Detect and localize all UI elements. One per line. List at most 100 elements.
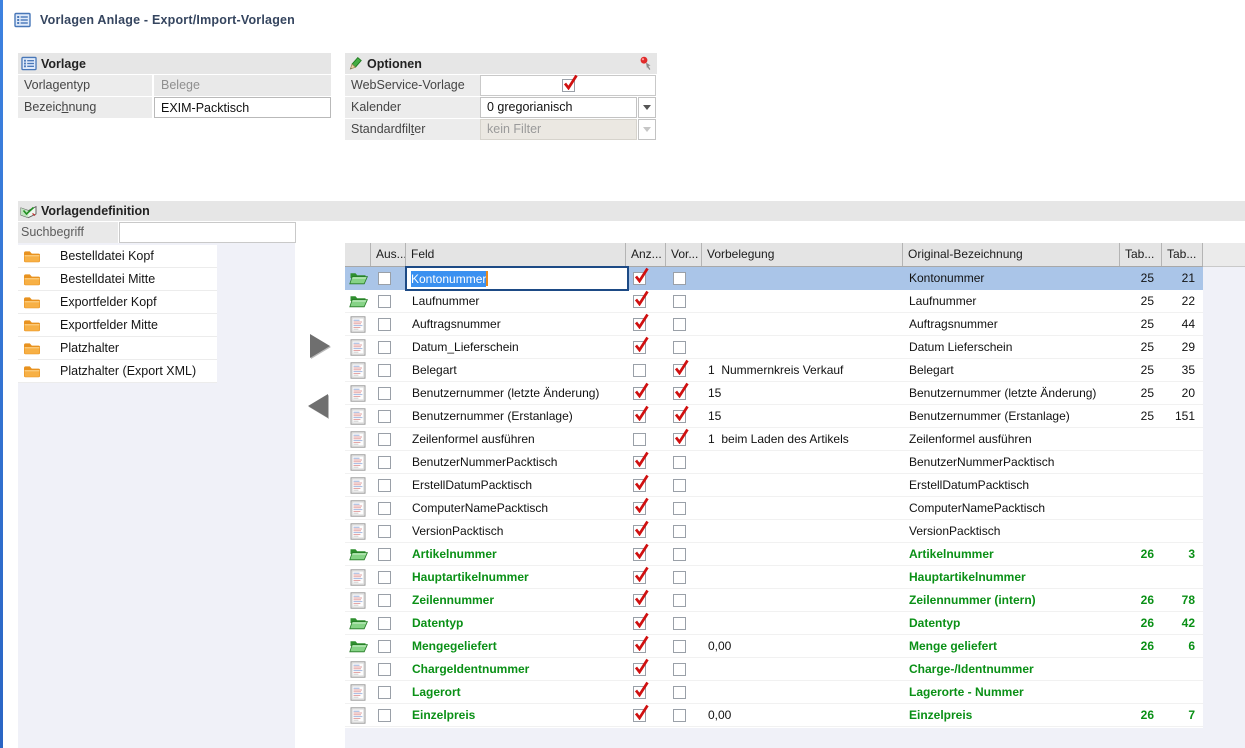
feld-cell[interactable]: ErstellDatumPacktisch <box>406 474 626 496</box>
vor-checkbox[interactable] <box>673 502 686 515</box>
aus-checkbox[interactable] <box>378 617 391 630</box>
aus-checkbox[interactable] <box>378 709 391 722</box>
column-header-vorbelegung[interactable]: Vorbelegung <box>702 243 903 266</box>
feld-cell[interactable]: Datum_Lieferschein <box>406 336 626 358</box>
field-row[interactable]: Kontonummer Kontonummer2521 <box>345 267 1203 290</box>
vor-checkbox[interactable] <box>673 410 686 423</box>
feld-cell[interactable]: Benutzernummer (Erstanlage) <box>406 405 626 427</box>
vor-checkbox[interactable] <box>673 571 686 584</box>
aus-checkbox[interactable] <box>378 410 391 423</box>
vor-checkbox[interactable] <box>673 548 686 561</box>
aus-checkbox[interactable] <box>378 502 391 515</box>
feld-cell[interactable]: Datentyp <box>406 612 626 634</box>
pin-icon[interactable] <box>639 56 652 71</box>
aus-checkbox[interactable] <box>378 364 391 377</box>
vor-checkbox[interactable] <box>673 709 686 722</box>
vor-checkbox[interactable] <box>673 272 686 285</box>
feld-cell[interactable]: Mengegeliefert <box>406 635 626 657</box>
bezeichnung-input[interactable] <box>154 97 331 118</box>
field-row[interactable]: ErstellDatumPacktisch ErstellDatumPackti… <box>345 474 1203 497</box>
vor-checkbox[interactable] <box>673 364 686 377</box>
aus-checkbox[interactable] <box>378 479 391 492</box>
aus-checkbox[interactable] <box>378 318 391 331</box>
aus-checkbox[interactable] <box>378 525 391 538</box>
suchbegriff-input[interactable] <box>119 222 296 243</box>
feld-cell[interactable]: ChargeIdentnummer <box>406 658 626 680</box>
field-row[interactable]: Hauptartikelnummer Hauptartikelnummer <box>345 566 1203 589</box>
anz-checkbox[interactable] <box>633 387 646 400</box>
vor-checkbox[interactable] <box>673 433 686 446</box>
feld-cell[interactable]: BenutzerNummerPacktisch <box>406 451 626 473</box>
tree-item[interactable]: Exportfelder Mitte <box>18 314 217 337</box>
tree-item[interactable]: Exportfelder Kopf <box>18 291 217 314</box>
field-row[interactable]: BenutzerNummerPacktisch BenutzerNummerPa… <box>345 451 1203 474</box>
anz-checkbox[interactable] <box>633 318 646 331</box>
vor-checkbox[interactable] <box>673 479 686 492</box>
vor-checkbox[interactable] <box>673 686 686 699</box>
anz-checkbox[interactable] <box>633 594 646 607</box>
column-header-anz[interactable]: Anz... <box>626 243 666 266</box>
vor-checkbox[interactable] <box>673 663 686 676</box>
anz-checkbox[interactable] <box>633 410 646 423</box>
feld-cell[interactable]: Laufnummer <box>406 290 626 312</box>
field-row[interactable]: Einzelpreis 0,00Einzelpreis267 <box>345 704 1203 727</box>
column-header-icon[interactable] <box>345 243 371 266</box>
move-left-button[interactable] <box>308 394 328 418</box>
column-header-feld[interactable]: Feld <box>406 243 626 266</box>
feld-cell[interactable]: Belegart <box>406 359 626 381</box>
move-right-button[interactable] <box>310 334 330 358</box>
anz-checkbox[interactable] <box>633 479 646 492</box>
aus-checkbox[interactable] <box>378 433 391 446</box>
column-header-tab[interactable]: Tab... <box>1120 243 1162 266</box>
anz-checkbox[interactable] <box>633 617 646 630</box>
field-row[interactable]: Artikelnummer Artikelnummer263 <box>345 543 1203 566</box>
field-row[interactable]: ChargeIdentnummer Charge-/Identnummer <box>345 658 1203 681</box>
anz-checkbox[interactable] <box>633 686 646 699</box>
feld-cell[interactable]: Kontonummer <box>406 267 626 289</box>
anz-checkbox[interactable] <box>633 341 646 354</box>
field-row[interactable]: Benutzernummer (letzte Änderung) 15Benut… <box>345 382 1203 405</box>
tree-item[interactable]: Platzhalter <box>18 337 217 360</box>
field-row[interactable]: Zeilennummer Zeilennummer (intern)2678 <box>345 589 1203 612</box>
field-row[interactable]: Benutzernummer (Erstanlage) 15Benutzernu… <box>345 405 1203 428</box>
feld-cell[interactable]: ComputerNamePacktisch <box>406 497 626 519</box>
vor-checkbox[interactable] <box>673 341 686 354</box>
vor-checkbox[interactable] <box>673 640 686 653</box>
anz-checkbox[interactable] <box>633 272 646 285</box>
feld-cell[interactable]: Artikelnummer <box>406 543 626 565</box>
kalender-dropdown-button[interactable] <box>638 97 656 118</box>
feld-cell[interactable]: VersionPacktisch <box>406 520 626 542</box>
feld-cell[interactable]: Lagerort <box>406 681 626 703</box>
webservice-checkbox[interactable] <box>562 79 575 92</box>
feld-cell[interactable]: Benutzernummer (letzte Änderung) <box>406 382 626 404</box>
field-row[interactable]: Belegart 1 Nummernkreis VerkaufBelegart2… <box>345 359 1203 382</box>
tree-item[interactable]: Bestelldatei Mitte <box>18 268 217 291</box>
field-row[interactable]: ComputerNamePacktisch ComputerNamePackti… <box>345 497 1203 520</box>
aus-checkbox[interactable] <box>378 571 391 584</box>
field-row[interactable]: Laufnummer Laufnummer2522 <box>345 290 1203 313</box>
aus-checkbox[interactable] <box>378 663 391 676</box>
column-header-tab[interactable]: Tab... <box>1162 243 1203 266</box>
anz-checkbox[interactable] <box>633 502 646 515</box>
vor-checkbox[interactable] <box>673 387 686 400</box>
vor-checkbox[interactable] <box>673 456 686 469</box>
vor-checkbox[interactable] <box>673 295 686 308</box>
field-row[interactable]: Zeilenformel ausführen 1 beim Laden des … <box>345 428 1203 451</box>
kalender-combobox[interactable]: 0 gregorianisch <box>480 97 637 118</box>
aus-checkbox[interactable] <box>378 686 391 699</box>
anz-checkbox[interactable] <box>633 640 646 653</box>
tree-item[interactable]: Platzhalter (Export XML) <box>18 360 217 383</box>
field-row[interactable]: Datentyp Datentyp2642 <box>345 612 1203 635</box>
anz-checkbox[interactable] <box>633 295 646 308</box>
field-row[interactable]: Datum_Lieferschein Datum Lieferschein252… <box>345 336 1203 359</box>
inline-edit-box[interactable]: Kontonummer <box>405 266 629 291</box>
feld-cell[interactable]: Auftragsnummer <box>406 313 626 335</box>
column-header-originalbezeichnung[interactable]: Original-Bezeichnung <box>903 243 1120 266</box>
aus-checkbox[interactable] <box>378 548 391 561</box>
anz-checkbox[interactable] <box>633 364 646 377</box>
anz-checkbox[interactable] <box>633 571 646 584</box>
aus-checkbox[interactable] <box>378 272 391 285</box>
feld-cell[interactable]: Zeilenformel ausführen <box>406 428 626 450</box>
anz-checkbox[interactable] <box>633 433 646 446</box>
feld-cell[interactable]: Hauptartikelnummer <box>406 566 626 588</box>
